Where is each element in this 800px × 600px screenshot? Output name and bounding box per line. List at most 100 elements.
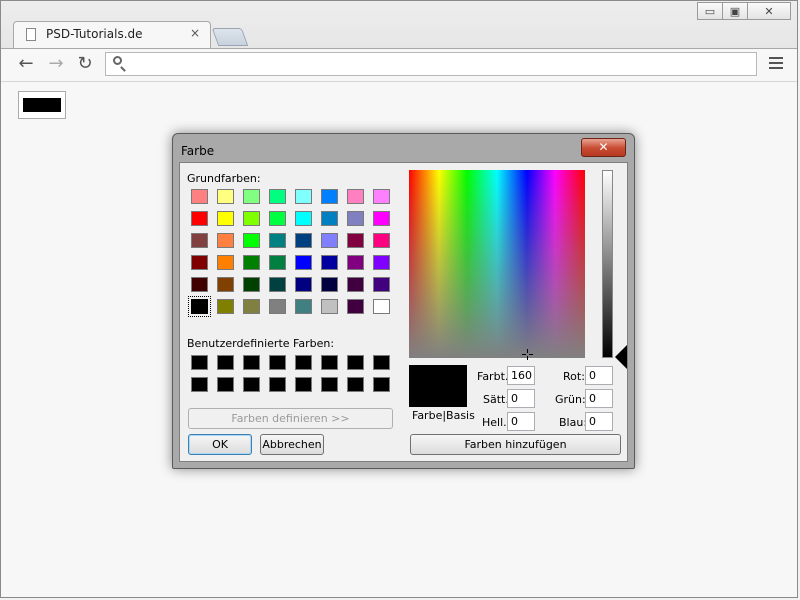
color-swatch[interactable] bbox=[373, 211, 390, 226]
tab-close-icon[interactable]: × bbox=[190, 26, 200, 40]
color-swatch[interactable] bbox=[243, 377, 260, 392]
color-swatch[interactable] bbox=[269, 255, 286, 270]
color-swatch[interactable] bbox=[295, 255, 312, 270]
browser-tab[interactable]: PSD-Tutorials.de × bbox=[13, 21, 211, 48]
forward-arrow-icon[interactable]: → bbox=[45, 53, 67, 74]
reload-icon[interactable]: ↻ bbox=[74, 53, 96, 74]
new-tab-button[interactable] bbox=[211, 28, 249, 46]
color-input[interactable] bbox=[18, 91, 66, 119]
color-swatch[interactable] bbox=[321, 189, 338, 204]
color-swatch[interactable] bbox=[243, 299, 260, 314]
color-swatch[interactable] bbox=[191, 255, 208, 270]
menu-icon[interactable] bbox=[769, 57, 783, 72]
color-preview bbox=[409, 365, 467, 407]
color-swatch bbox=[23, 98, 61, 112]
color-swatch[interactable] bbox=[373, 377, 390, 392]
color-swatch[interactable] bbox=[347, 277, 364, 292]
color-swatch[interactable] bbox=[373, 299, 390, 314]
color-swatch[interactable] bbox=[191, 377, 208, 392]
color-swatch[interactable] bbox=[373, 233, 390, 248]
color-swatch[interactable] bbox=[347, 255, 364, 270]
luminance-slider[interactable] bbox=[602, 170, 613, 358]
color-swatch[interactable] bbox=[217, 377, 234, 392]
color-swatch[interactable] bbox=[373, 277, 390, 292]
address-input[interactable] bbox=[132, 53, 736, 75]
color-swatch[interactable] bbox=[373, 189, 390, 204]
add-colors-button[interactable]: Farben hinzufügen bbox=[410, 434, 621, 455]
color-swatch[interactable] bbox=[295, 233, 312, 248]
color-swatch[interactable] bbox=[373, 255, 390, 270]
color-swatch[interactable] bbox=[321, 233, 338, 248]
color-swatch[interactable] bbox=[347, 233, 364, 248]
color-swatch[interactable] bbox=[321, 299, 338, 314]
color-swatch[interactable] bbox=[269, 211, 286, 226]
color-swatch[interactable] bbox=[269, 299, 286, 314]
color-swatch[interactable] bbox=[243, 277, 260, 292]
color-swatch[interactable] bbox=[373, 355, 390, 370]
dialog-body: Grundfarben: Benutzerdefinierte Farben: … bbox=[179, 162, 628, 462]
color-swatch[interactable] bbox=[243, 189, 260, 204]
address-bar[interactable] bbox=[105, 52, 757, 76]
color-swatch[interactable] bbox=[269, 189, 286, 204]
luminance-arrow-icon[interactable] bbox=[615, 345, 627, 369]
sat-input[interactable]: 0 bbox=[507, 389, 535, 408]
color-swatch[interactable] bbox=[217, 277, 234, 292]
color-swatch[interactable] bbox=[217, 355, 234, 370]
page-icon bbox=[26, 28, 36, 41]
color-swatch[interactable] bbox=[217, 233, 234, 248]
ok-button[interactable]: OK bbox=[188, 434, 252, 455]
color-swatch[interactable] bbox=[191, 355, 208, 370]
color-swatch[interactable] bbox=[243, 255, 260, 270]
color-swatch[interactable] bbox=[191, 189, 208, 204]
cancel-button[interactable]: Abbrechen bbox=[260, 434, 324, 455]
basic-colors-label: Grundfarben: bbox=[187, 172, 261, 185]
color-swatch[interactable] bbox=[295, 189, 312, 204]
close-window-button[interactable]: ✕ bbox=[747, 2, 791, 20]
color-swatch[interactable] bbox=[347, 211, 364, 226]
color-swatch[interactable] bbox=[243, 233, 260, 248]
color-swatch[interactable] bbox=[295, 211, 312, 226]
color-swatch[interactable] bbox=[217, 255, 234, 270]
color-swatch[interactable] bbox=[295, 377, 312, 392]
color-swatch[interactable] bbox=[321, 277, 338, 292]
color-swatch[interactable] bbox=[217, 189, 234, 204]
color-swatch[interactable] bbox=[243, 211, 260, 226]
color-swatch[interactable] bbox=[217, 299, 234, 314]
color-swatch[interactable] bbox=[191, 233, 208, 248]
color-swatch[interactable] bbox=[191, 277, 208, 292]
color-swatch[interactable] bbox=[269, 233, 286, 248]
hue-input[interactable]: 160 bbox=[507, 366, 535, 385]
browser-toolbar: ← → ↻ bbox=[1, 48, 797, 82]
color-swatch[interactable] bbox=[295, 355, 312, 370]
minimize-button[interactable]: ▭ bbox=[697, 2, 723, 20]
preview-label: Farbe|Basis bbox=[412, 409, 475, 422]
color-swatch[interactable] bbox=[321, 355, 338, 370]
color-swatch[interactable] bbox=[188, 296, 211, 317]
color-swatch[interactable] bbox=[347, 189, 364, 204]
color-swatch[interactable] bbox=[191, 211, 208, 226]
color-swatch[interactable] bbox=[347, 299, 364, 314]
title-bar: ▭ ▣ ✕ PSD-Tutorials.de × bbox=[1, 1, 797, 49]
color-spectrum[interactable] bbox=[409, 170, 585, 360]
dialog-titlebar: Farbe ✕ bbox=[177, 137, 632, 159]
color-swatch[interactable] bbox=[295, 299, 312, 314]
blue-input[interactable]: 0 bbox=[585, 412, 613, 431]
dialog-close-button[interactable]: ✕ bbox=[581, 138, 626, 157]
green-input[interactable]: 0 bbox=[585, 389, 613, 408]
color-swatch[interactable] bbox=[321, 255, 338, 270]
color-swatch[interactable] bbox=[269, 277, 286, 292]
color-swatch[interactable] bbox=[217, 211, 234, 226]
color-swatch[interactable] bbox=[347, 355, 364, 370]
define-colors-button[interactable]: Farben definieren >> bbox=[188, 408, 393, 429]
color-swatch[interactable] bbox=[321, 377, 338, 392]
color-swatch[interactable] bbox=[295, 277, 312, 292]
back-arrow-icon[interactable]: ← bbox=[15, 53, 37, 74]
color-swatch[interactable] bbox=[269, 377, 286, 392]
red-input[interactable]: 0 bbox=[585, 366, 613, 385]
color-swatch[interactable] bbox=[321, 211, 338, 226]
color-swatch[interactable] bbox=[243, 355, 260, 370]
lum-input[interactable]: 0 bbox=[507, 412, 535, 431]
color-swatch[interactable] bbox=[347, 377, 364, 392]
maximize-button[interactable]: ▣ bbox=[722, 2, 748, 20]
color-swatch[interactable] bbox=[269, 355, 286, 370]
